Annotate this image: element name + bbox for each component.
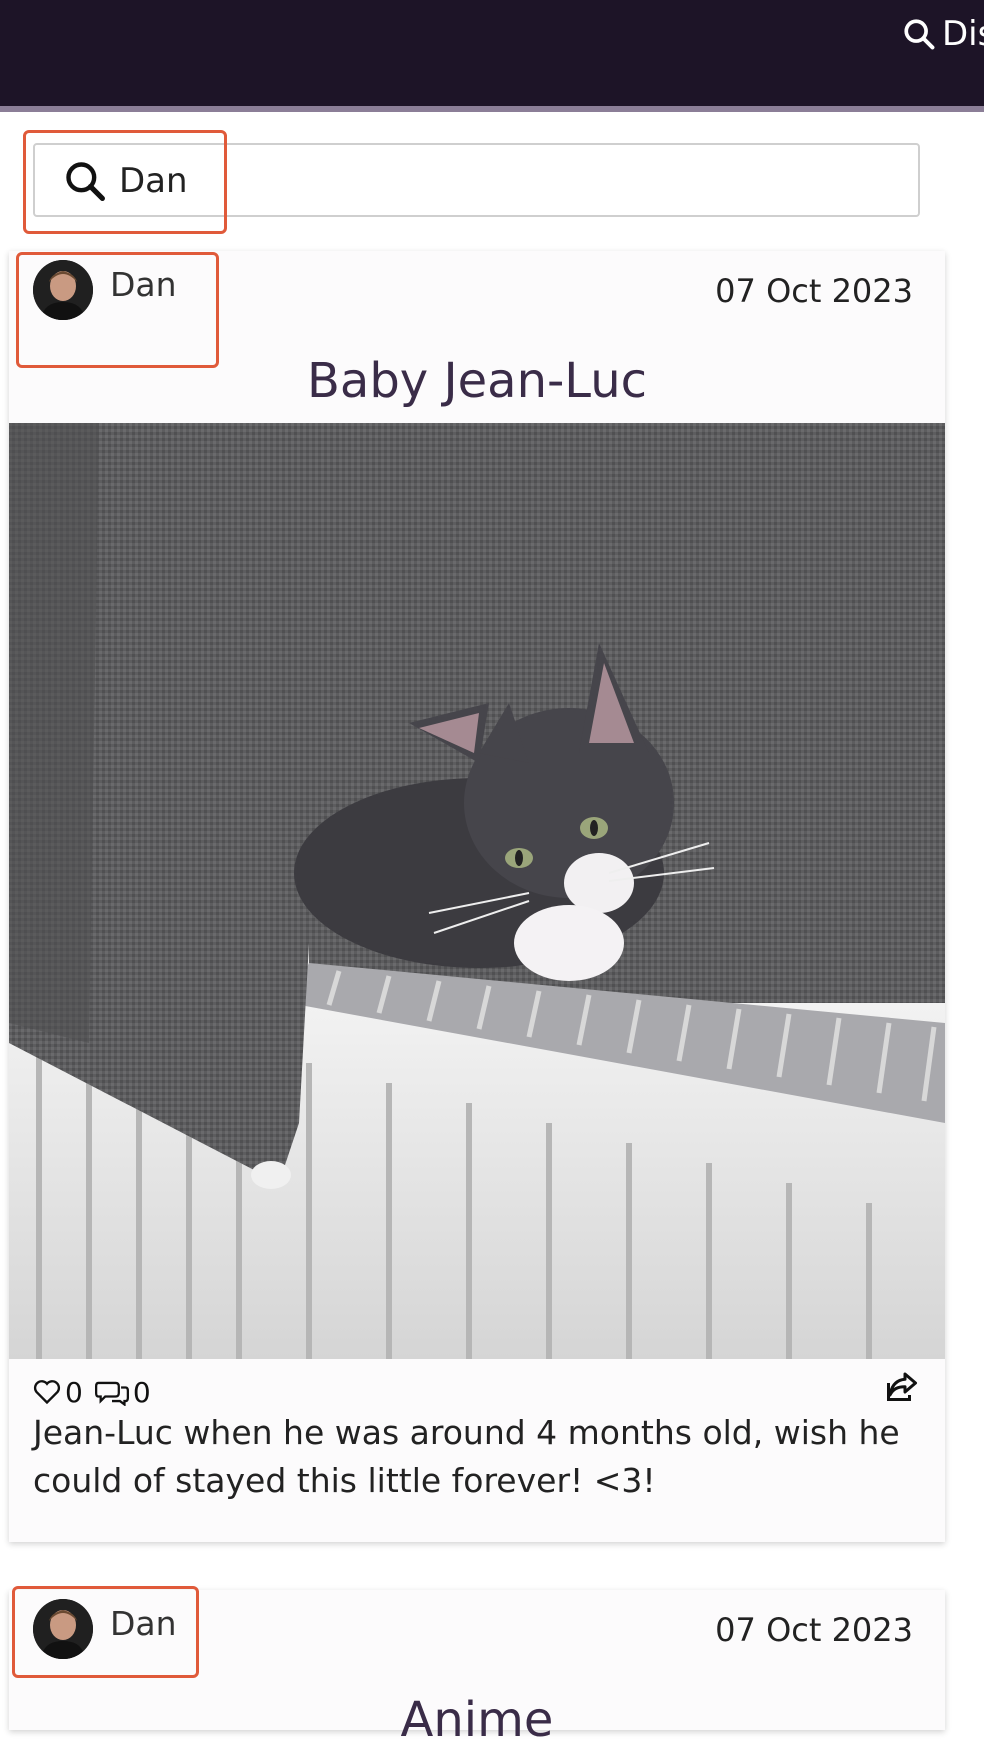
comments-icon[interactable] — [94, 1378, 129, 1406]
search-icon — [66, 162, 105, 201]
avatar[interactable] — [33, 260, 93, 320]
post-date: 07 Oct 2023 — [715, 1611, 913, 1649]
post-title[interactable]: Anime — [9, 1690, 945, 1750]
search-query: Dan — [119, 161, 188, 201]
search-input[interactable]: Dan — [33, 143, 920, 217]
post-image[interactable] — [9, 423, 945, 1359]
post-card: Dan 07 Oct 2023 Baby Jean-Luc 0 0 Jean-L… — [9, 251, 945, 1542]
discover-link[interactable]: Discover — [902, 14, 984, 54]
top-navbar: Discover — [0, 0, 984, 112]
post-body: Jean-Luc when he was around 4 months old… — [33, 1413, 900, 1500]
author-name[interactable]: Dan — [110, 1602, 177, 1646]
discover-label: Discover — [942, 14, 984, 54]
like-count: 0 — [65, 1375, 83, 1409]
post-card: Dan 07 Oct 2023 Anime — [9, 1590, 945, 1748]
author-name[interactable]: Dan — [110, 263, 177, 307]
heart-icon[interactable] — [33, 1379, 61, 1405]
post-actions: 0 0 — [33, 1374, 163, 1410]
avatar[interactable] — [33, 1599, 93, 1659]
post-date: 07 Oct 2023 — [715, 272, 913, 310]
post-title[interactable]: Baby Jean-Luc — [9, 351, 945, 411]
comment-count: 0 — [132, 1375, 151, 1409]
share-icon[interactable] — [883, 1368, 921, 1404]
search-icon — [904, 19, 935, 50]
